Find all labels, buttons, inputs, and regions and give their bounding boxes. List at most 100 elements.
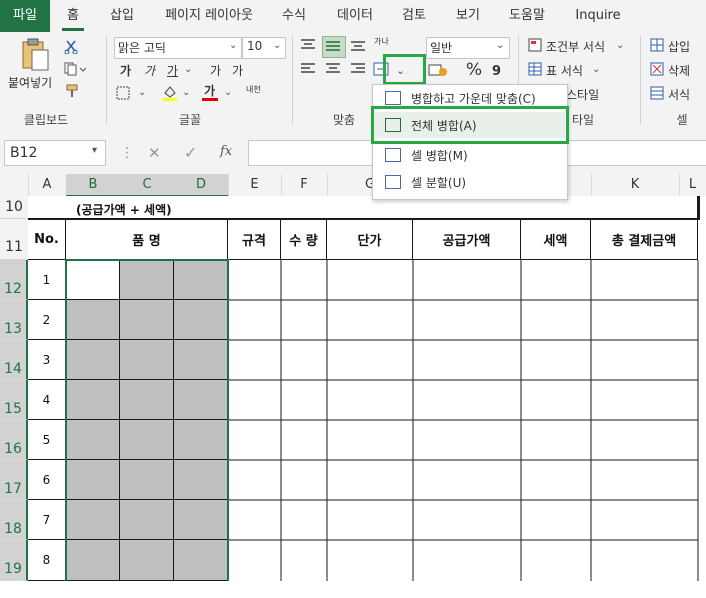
enter-icon[interactable]: ✓ bbox=[184, 143, 197, 162]
insert-cells-icon[interactable] bbox=[650, 38, 664, 52]
paste-icon[interactable] bbox=[20, 38, 50, 72]
header-spec[interactable]: 규격 bbox=[228, 220, 281, 260]
chevron-down-icon[interactable]: ▾ bbox=[92, 145, 97, 156]
column-header-l[interactable]: L bbox=[679, 174, 706, 196]
tab-file[interactable]: 파일 bbox=[0, 0, 50, 32]
row-header-13[interactable]: 13 bbox=[0, 300, 28, 340]
tab-data[interactable]: 데이터 bbox=[332, 0, 378, 32]
chevron-down-icon[interactable]: ⌄ bbox=[182, 87, 190, 98]
italic-button[interactable]: 가 bbox=[144, 62, 155, 79]
phonetic-button[interactable]: 내천 bbox=[246, 84, 261, 95]
tab-page-layout[interactable]: 페이지 레이아웃 bbox=[156, 0, 262, 32]
cancel-icon[interactable]: ✕ bbox=[148, 144, 161, 162]
table-format-icon[interactable] bbox=[528, 62, 542, 76]
row-header-18[interactable]: 18 bbox=[0, 500, 28, 540]
comma-style-icon[interactable]: 9 bbox=[492, 64, 501, 79]
cell-no-5[interactable]: 5 bbox=[28, 420, 66, 460]
tab-help[interactable]: 도움말 bbox=[502, 0, 552, 32]
row-header-11[interactable]: 11 bbox=[0, 219, 28, 260]
header-item-name[interactable]: 품 명 bbox=[66, 220, 228, 260]
delete-cells-button[interactable]: 삭제 bbox=[668, 62, 690, 79]
align-top-icon[interactable] bbox=[300, 38, 316, 52]
menu-item-unmerge-cells[interactable]: 셀 분할(U) bbox=[373, 169, 565, 195]
wrap-text-button[interactable]: 가나 bbox=[374, 36, 389, 47]
cell-no-2[interactable]: 2 bbox=[28, 300, 66, 340]
select-all-corner[interactable] bbox=[0, 174, 29, 196]
font-shrink-button[interactable]: 가 bbox=[232, 62, 243, 79]
font-grow-button[interactable]: 가 bbox=[210, 62, 221, 79]
row-header-19[interactable]: 19 bbox=[0, 540, 28, 581]
align-middle-icon bbox=[326, 41, 340, 51]
chevron-down-icon[interactable]: ⌄ bbox=[273, 40, 281, 51]
chevron-down-icon[interactable]: ⌄ bbox=[184, 64, 192, 75]
clipboard-group-label: 클립보드 bbox=[23, 113, 69, 127]
tab-inquire[interactable]: Inquire bbox=[568, 0, 628, 32]
border-icon[interactable] bbox=[116, 86, 130, 100]
menu-item-merge-cells[interactable]: 셀 병합(M) bbox=[373, 142, 565, 168]
align-bottom-icon[interactable] bbox=[350, 38, 366, 52]
copy-icon[interactable] bbox=[64, 62, 86, 76]
column-header-e[interactable]: E bbox=[228, 174, 282, 196]
chevron-down-icon[interactable]: ⌄ bbox=[592, 64, 600, 75]
row-header-12[interactable]: 12 bbox=[0, 260, 28, 300]
fill-color-icon[interactable] bbox=[162, 84, 178, 102]
row-header-16[interactable]: 16 bbox=[0, 420, 28, 460]
underline-button[interactable]: 가 bbox=[167, 62, 178, 79]
row-header-14[interactable]: 14 bbox=[0, 340, 28, 380]
chevron-down-icon[interactable]: ⌄ bbox=[138, 87, 146, 98]
column-header-d[interactable]: D bbox=[174, 174, 229, 197]
header-unit-price[interactable]: 단가 bbox=[327, 220, 413, 260]
bold-button[interactable]: 가 bbox=[120, 62, 131, 79]
chevron-down-icon[interactable]: ⌄ bbox=[616, 40, 624, 51]
align-center-icon[interactable] bbox=[325, 62, 341, 76]
row-header-10[interactable]: 10 bbox=[0, 196, 28, 219]
unmerge-cells-icon bbox=[385, 175, 401, 189]
group-separator bbox=[292, 36, 293, 124]
tab-formulas[interactable]: 수식 bbox=[276, 0, 312, 32]
accounting-format-icon[interactable] bbox=[428, 63, 448, 77]
column-header-a[interactable]: A bbox=[28, 174, 67, 196]
cell-no-7[interactable]: 7 bbox=[28, 500, 66, 540]
cell-style-button[interactable]: 스타일 bbox=[566, 86, 599, 103]
tab-view[interactable]: 보기 bbox=[450, 0, 486, 32]
cut-icon[interactable] bbox=[64, 40, 78, 54]
insert-cells-button[interactable]: 삽입 bbox=[668, 38, 690, 55]
tab-review[interactable]: 검토 bbox=[396, 0, 432, 32]
paste-button[interactable]: 붙여넣기 bbox=[8, 74, 52, 91]
format-painter-icon[interactable] bbox=[64, 84, 80, 98]
delete-cells-icon[interactable] bbox=[650, 62, 664, 76]
conditional-format-button[interactable]: 조건부 서식 bbox=[546, 38, 605, 55]
column-header-c[interactable]: C bbox=[120, 174, 175, 197]
cell-no-8[interactable]: 8 bbox=[28, 540, 66, 581]
percent-icon[interactable]: % bbox=[466, 60, 482, 80]
cell-no-1[interactable]: 1 bbox=[28, 260, 66, 300]
table-format-button[interactable]: 표 서식 bbox=[546, 62, 583, 79]
tab-home-indicator bbox=[62, 28, 84, 31]
insert-function-button[interactable]: fx bbox=[220, 144, 232, 159]
cell-no-3[interactable]: 3 bbox=[28, 340, 66, 380]
column-header-f[interactable]: F bbox=[281, 174, 328, 196]
chevron-down-icon[interactable]: ⌄ bbox=[229, 40, 237, 51]
header-total-amount[interactable]: 총 결제금액 bbox=[591, 220, 698, 260]
format-cells-button[interactable]: 서식 bbox=[668, 86, 690, 103]
alignment-group-label: 맞춤 bbox=[332, 113, 356, 127]
align-right-icon[interactable] bbox=[350, 62, 366, 76]
align-left-icon[interactable] bbox=[300, 62, 316, 76]
format-cells-icon[interactable] bbox=[650, 86, 664, 100]
header-supply-amount[interactable]: 공급가액 bbox=[413, 220, 521, 260]
column-header-k[interactable]: K bbox=[591, 174, 680, 196]
row-header-17[interactable]: 17 bbox=[0, 460, 28, 500]
header-tax[interactable]: 세액 bbox=[521, 220, 591, 260]
tab-insert[interactable]: 삽입 bbox=[104, 0, 140, 32]
row-header-15[interactable]: 15 bbox=[0, 380, 28, 420]
chevron-down-icon[interactable]: ⌄ bbox=[496, 40, 504, 51]
header-quantity[interactable]: 수 량 bbox=[281, 220, 327, 260]
header-no[interactable]: No. bbox=[28, 220, 66, 260]
font-name-value: 맑은 고딕 bbox=[118, 41, 166, 55]
font-color-button[interactable]: 가 bbox=[204, 82, 215, 99]
cell-no-4[interactable]: 4 bbox=[28, 380, 66, 420]
cell-no-6[interactable]: 6 bbox=[28, 460, 66, 500]
column-header-b[interactable]: B bbox=[66, 174, 121, 197]
chevron-down-icon[interactable]: ⌄ bbox=[224, 87, 232, 98]
conditional-format-icon[interactable] bbox=[528, 38, 542, 52]
